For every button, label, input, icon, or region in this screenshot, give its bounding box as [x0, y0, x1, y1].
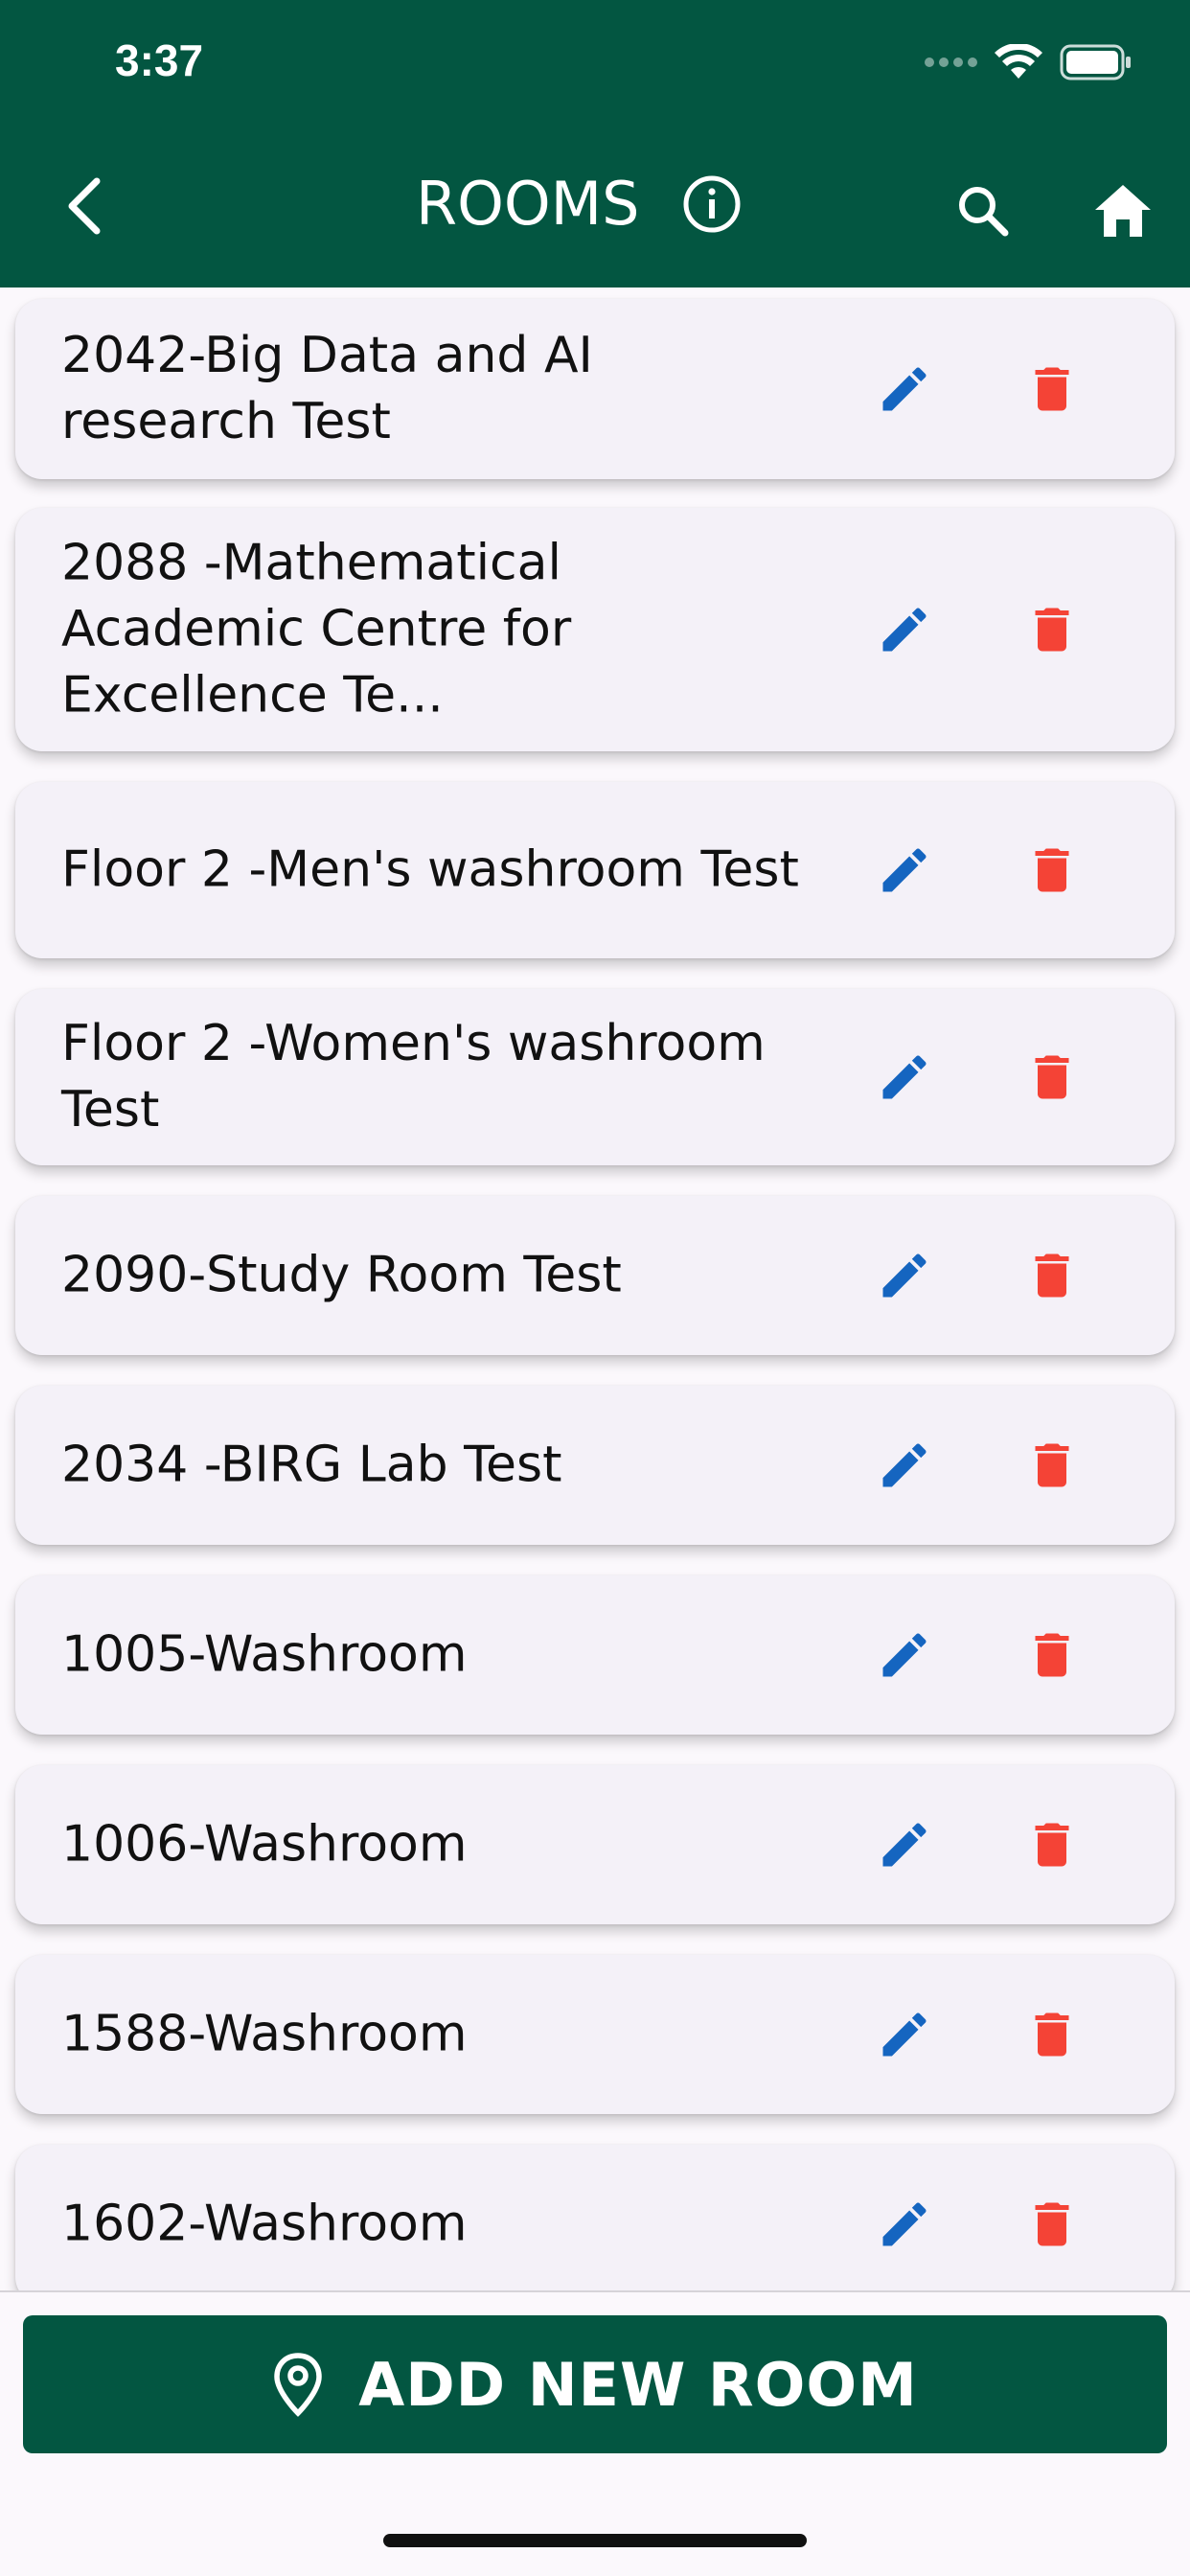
- edit-button[interactable]: [866, 2186, 943, 2263]
- trash-icon: [1035, 2012, 1069, 2057]
- home-indicator[interactable]: [383, 2534, 807, 2547]
- room-name: 2088 -Mathematical Academic Centre for E…: [61, 534, 572, 724]
- pencil-icon: [882, 367, 927, 411]
- trash-icon: [1035, 1443, 1069, 1487]
- pencil-icon: [882, 608, 927, 652]
- back-button[interactable]: [50, 172, 117, 240]
- trash-icon: [1035, 1055, 1069, 1099]
- list-item[interactable]: 2034 -BIRG Lab Test: [15, 1386, 1175, 1545]
- divider: [0, 2290, 1190, 2292]
- title-group: ROOMS: [416, 169, 742, 239]
- pencil-icon: [882, 1633, 927, 1677]
- delete-button[interactable]: [1014, 1427, 1090, 1504]
- room-name: 2090-Study Room Test: [61, 1246, 622, 1304]
- room-name: 1602-Washroom: [61, 2195, 468, 2253]
- list-item[interactable]: 2090-Study Room Test: [15, 1196, 1175, 1355]
- trash-icon: [1035, 1254, 1069, 1298]
- add-new-room-label: ADD NEW ROOM: [358, 2349, 918, 2420]
- room-name: 1005-Washroom: [61, 1625, 468, 1684]
- room-name: Floor 2 -Men's washroom Test: [61, 840, 799, 899]
- pencil-icon: [882, 2012, 927, 2057]
- info-icon[interactable]: [682, 174, 742, 234]
- pencil-icon: [882, 1443, 927, 1487]
- trash-icon: [1035, 1633, 1069, 1677]
- home-button[interactable]: [1087, 174, 1159, 247]
- pencil-icon: [882, 2202, 927, 2246]
- delete-button[interactable]: [1014, 832, 1090, 908]
- trash-icon: [1035, 848, 1069, 892]
- room-list[interactable]: 2042-Big Data and AI research Test 2088 …: [0, 288, 1190, 2290]
- room-name: Floor 2 -Women's washroom Test: [61, 1015, 766, 1138]
- search-icon: [959, 187, 1009, 237]
- app-header: 3:37 ROOMS: [0, 0, 1190, 288]
- pencil-icon: [882, 1254, 927, 1298]
- edit-button[interactable]: [866, 1996, 943, 2073]
- delete-button[interactable]: [1014, 2186, 1090, 2263]
- delete-button[interactable]: [1014, 1237, 1090, 1314]
- signal-icon: [925, 58, 977, 67]
- add-new-room-button[interactable]: ADD NEW ROOM: [23, 2315, 1167, 2453]
- delete-button[interactable]: [1014, 1996, 1090, 2073]
- list-item[interactable]: Floor 2 -Women's washroom Test: [15, 989, 1175, 1165]
- wifi-icon: [995, 44, 1042, 79]
- list-item[interactable]: 1005-Washroom: [15, 1576, 1175, 1735]
- room-name: 1588-Washroom: [61, 2005, 468, 2063]
- list-item[interactable]: 2088 -Mathematical Academic Centre for E…: [15, 508, 1175, 751]
- trash-icon: [1035, 2202, 1069, 2246]
- edit-button[interactable]: [866, 351, 943, 427]
- room-name: 2042-Big Data and AI research Test: [61, 327, 593, 450]
- edit-button[interactable]: [866, 1427, 943, 1504]
- location-pin-icon: [274, 2353, 322, 2417]
- search-button[interactable]: [949, 176, 1018, 245]
- list-item[interactable]: Floor 2 -Men's washroom Test: [15, 782, 1175, 958]
- edit-button[interactable]: [866, 591, 943, 668]
- edit-button[interactable]: [866, 1237, 943, 1314]
- battery-icon: [1060, 44, 1131, 80]
- pencil-icon: [882, 1823, 927, 1867]
- room-name: 2034 -BIRG Lab Test: [61, 1436, 562, 1494]
- home-icon: [1095, 185, 1151, 237]
- edit-button[interactable]: [866, 832, 943, 908]
- status-icons: [925, 40, 1133, 84]
- edit-button[interactable]: [866, 1806, 943, 1883]
- list-item[interactable]: 2042-Big Data and AI research Test: [15, 299, 1175, 479]
- delete-button[interactable]: [1014, 351, 1090, 427]
- delete-button[interactable]: [1014, 591, 1090, 668]
- delete-button[interactable]: [1014, 1806, 1090, 1883]
- edit-button[interactable]: [866, 1617, 943, 1693]
- delete-button[interactable]: [1014, 1039, 1090, 1116]
- edit-button[interactable]: [866, 1039, 943, 1116]
- page-title: ROOMS: [416, 169, 640, 239]
- pencil-icon: [882, 848, 927, 892]
- list-item[interactable]: 1602-Washroom: [15, 2145, 1175, 2290]
- trash-icon: [1035, 608, 1069, 652]
- chevron-left-icon: [68, 177, 101, 235]
- trash-icon: [1035, 367, 1069, 411]
- status-time: 3:37: [115, 35, 204, 85]
- room-name: 1006-Washroom: [61, 1815, 468, 1874]
- list-item[interactable]: 1006-Washroom: [15, 1765, 1175, 1924]
- pencil-icon: [882, 1055, 927, 1099]
- trash-icon: [1035, 1823, 1069, 1867]
- list-item[interactable]: 1588-Washroom: [15, 1955, 1175, 2114]
- delete-button[interactable]: [1014, 1617, 1090, 1693]
